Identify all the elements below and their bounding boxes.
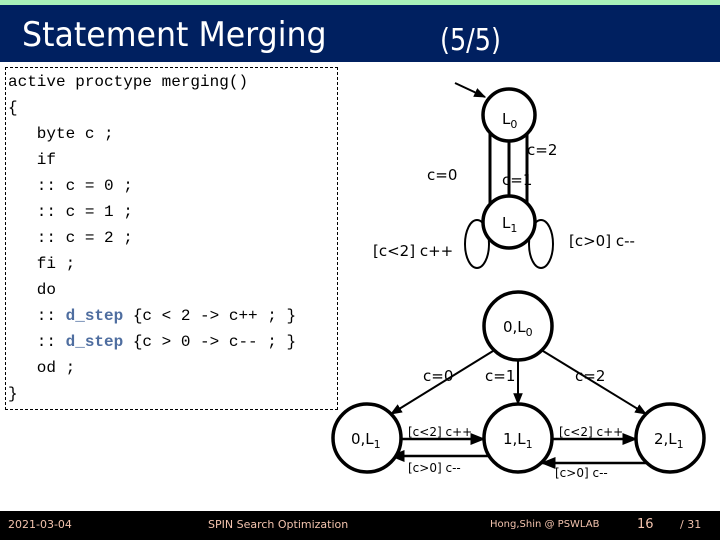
ss-edge-label-1-0-dec: [c>0] c-- bbox=[408, 461, 461, 475]
ss-edge-label-0-1-inc: [c<2] c++ bbox=[408, 425, 472, 439]
automaton-graph: L0 L1 c=0 c=1 c=2 [c<2] c++ [c>0] c-- bbox=[373, 82, 635, 269]
footer-date: 2021-03-04 bbox=[8, 518, 72, 531]
footer-bar: 2021-03-04 SPIN Search Optimization Hong… bbox=[0, 511, 720, 540]
ss-edge-label-c0: c=0 bbox=[423, 367, 453, 385]
edge-label-c2: c=2 bbox=[527, 141, 557, 159]
ss-edge-label-c2: c=2 bbox=[575, 367, 605, 385]
initial-arrow bbox=[454, 82, 487, 98]
ss-edge-label-c1: c=1 bbox=[485, 367, 515, 385]
loop-label-dec: [c>0] c-- bbox=[569, 232, 635, 250]
diagram-canvas: L0 L1 c=0 c=1 c=2 [c<2] c++ [c>0] c-- 0,… bbox=[331, 82, 706, 480]
state-space-graph: 0,L0 0,L1 1,L1 2,L1 c=0 c=1 c=2 [c<2] c+… bbox=[331, 290, 706, 480]
loop-label-inc: [c<2] c++ bbox=[373, 242, 453, 260]
footer-page-total: / 31 bbox=[680, 518, 702, 531]
footer-page-number: 16 bbox=[637, 517, 654, 532]
ss-edge-label-2-1-dec: [c>0] c-- bbox=[555, 466, 608, 480]
edge-label-c1: c=1 bbox=[502, 171, 532, 189]
ss-edge-label-1-2-inc: [c<2] c++ bbox=[559, 425, 623, 439]
footer-author: Hong,Shin @ PSWLAB bbox=[490, 519, 600, 530]
footer-topic: SPIN Search Optimization bbox=[208, 518, 349, 531]
edge-label-c0: c=0 bbox=[427, 166, 457, 184]
